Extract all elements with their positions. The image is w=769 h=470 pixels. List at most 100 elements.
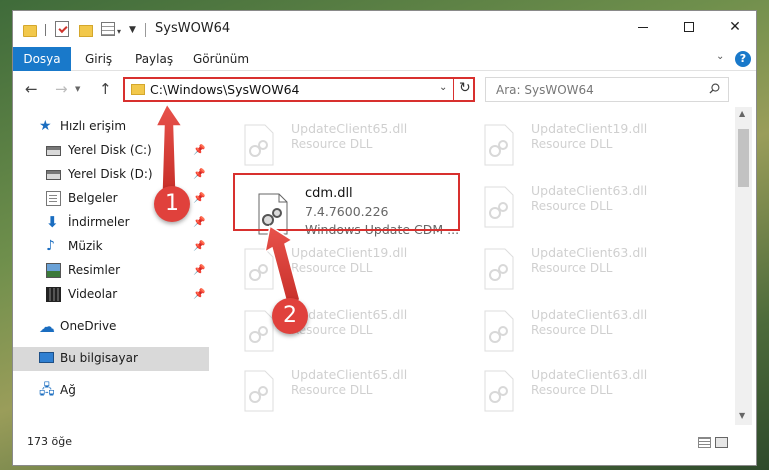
sidebar-item-network[interactable]: 🖧 Ağ (13, 379, 209, 403)
file-name: UpdateClient19.dll (531, 121, 648, 136)
forward-arrow-icon[interactable]: → (55, 80, 68, 98)
step-badge-2: 2 (272, 298, 308, 334)
sidebar-item-disk-d[interactable]: Yerel Disk (D:) 📌 (13, 163, 209, 187)
folder-icon (23, 25, 37, 37)
file-tile[interactable]: UpdateClient63.dll Resource DLL (473, 301, 703, 359)
drive-icon (46, 170, 61, 180)
drive-icon (46, 146, 61, 156)
dll-file-icon (244, 370, 274, 412)
file-tile[interactable]: UpdateClient65.dll Resource DLL (233, 115, 463, 173)
scroll-down-icon[interactable]: ▼ (739, 411, 745, 420)
folder-icon (131, 84, 145, 95)
pin-icon[interactable]: 📌 (193, 193, 205, 204)
dll-file-icon (484, 124, 514, 166)
pin-icon[interactable]: 📌 (193, 265, 205, 276)
tab-share[interactable]: Paylaş (135, 47, 173, 71)
refresh-icon[interactable]: ↻ (459, 80, 471, 96)
address-path[interactable]: C:\Windows\SysWOW64 (150, 82, 299, 97)
sidebar-item-label: Hızlı erişim (60, 119, 127, 133)
file-description: Resource DLL (531, 383, 613, 397)
pin-icon[interactable]: 📌 (193, 217, 205, 228)
file-description: Resource DLL (531, 261, 613, 275)
sidebar-item-pictures[interactable]: Resimler 📌 (13, 259, 209, 283)
sidebar-item-quick-access[interactable]: ★ Hızlı erişim (13, 115, 209, 139)
customize-toolbar-icon[interactable]: ▼ (129, 25, 136, 41)
dll-file-icon (484, 370, 514, 412)
chevron-down-icon[interactable]: ⌄ (439, 82, 447, 93)
file-name: UpdateClient65.dll (291, 307, 408, 322)
cloud-icon: ☁ (39, 317, 55, 336)
window-title: SysWOW64 (155, 21, 231, 36)
file-description: Resource DLL (291, 383, 373, 397)
file-name: UpdateClient63.dll (531, 245, 648, 260)
expand-ribbon-icon[interactable]: ⌄ (716, 51, 724, 62)
maximize-button[interactable] (666, 11, 712, 43)
music-icon: ♪ (46, 238, 55, 254)
file-tile[interactable]: UpdateClient65.dll Resource DLL (233, 361, 463, 419)
sidebar-item-disk-c[interactable]: Yerel Disk (C:) 📌 (13, 139, 209, 163)
dll-file-icon (244, 124, 274, 166)
tiles-view-icon[interactable] (715, 437, 728, 448)
sidebar-item-onedrive[interactable]: ☁ OneDrive (13, 315, 209, 339)
file-tile[interactable]: UpdateClient65.dll Resource DLL (233, 301, 463, 359)
pin-icon[interactable]: 📌 (193, 289, 205, 300)
pin-icon[interactable]: 📌 (193, 145, 205, 156)
pin-icon[interactable]: 📌 (193, 241, 205, 252)
vertical-scrollbar[interactable]: ▲ ▼ (735, 107, 752, 425)
search-input[interactable]: Ara: SysWOW64 (496, 83, 594, 97)
close-button[interactable]: ✕ (712, 11, 756, 43)
sidebar-item-label: OneDrive (60, 319, 117, 333)
sidebar-item-videos[interactable]: Videolar 📌 (13, 283, 209, 307)
help-icon[interactable]: ? (735, 51, 751, 67)
file-tile[interactable]: UpdateClient63.dll Resource DLL (473, 361, 703, 419)
sidebar-item-this-pc[interactable]: Bu bilgisayar (13, 347, 209, 371)
recent-locations-icon[interactable]: ▼ (75, 85, 80, 93)
address-bar[interactable]: C:\Windows\SysWOW64 ⌄ ↻ (123, 77, 475, 102)
dll-file-icon (484, 186, 514, 228)
file-description: Resource DLL (531, 323, 613, 337)
up-arrow-icon[interactable]: ↑ (99, 80, 112, 98)
search-box[interactable]: Ara: SysWOW64 (485, 77, 729, 102)
file-name: UpdateClient65.dll (291, 367, 408, 382)
file-tile[interactable]: UpdateClient63.dll Resource DLL (473, 177, 703, 235)
tab-home[interactable]: Giriş (85, 47, 112, 71)
star-icon: ★ (39, 118, 52, 134)
sidebar-item-label: Ağ (60, 383, 76, 397)
pin-icon[interactable]: 📌 (193, 169, 205, 180)
details-view-icon[interactable] (698, 437, 711, 448)
scrollbar-thumb[interactable] (738, 129, 749, 187)
file-tile[interactable]: UpdateClient19.dll Resource DLL (473, 115, 703, 173)
divider (453, 79, 454, 100)
sidebar-item-label: Belgeler (68, 191, 118, 205)
sidebar-item-music[interactable]: ♪ Müzik 📌 (13, 235, 209, 259)
file-name: UpdateClient63.dll (531, 367, 648, 382)
sidebar-item-label: Müzik (68, 239, 103, 253)
file-tile[interactable]: UpdateClient19.dll Resource DLL (233, 239, 463, 297)
sidebar-item-label: Yerel Disk (D:) (68, 167, 153, 181)
back-arrow-icon[interactable]: ← (25, 80, 38, 98)
status-bar: 173 öğe (13, 425, 756, 465)
sidebar-item-label: Bu bilgisayar (60, 351, 138, 365)
new-folder-icon[interactable] (79, 25, 93, 37)
file-name: UpdateClient63.dll (531, 183, 648, 198)
divider (145, 23, 146, 37)
minimize-button[interactable] (620, 11, 666, 43)
rename-icon[interactable] (101, 22, 115, 36)
download-icon: ⬇ (46, 213, 59, 231)
file-name: UpdateClient65.dll (291, 121, 408, 136)
scroll-up-icon[interactable]: ▲ (739, 109, 745, 118)
file-description: Resource DLL (291, 137, 373, 151)
file-tile[interactable]: UpdateClient63.dll Resource DLL (473, 239, 703, 297)
file-explorer-window: ▾ ▼ SysWOW64 ✕ Dosya Giriş Paylaş Görünü… (12, 10, 757, 466)
file-name: UpdateClient63.dll (531, 307, 648, 322)
dll-file-icon (484, 248, 514, 290)
chevron-down-icon[interactable]: ▾ (117, 27, 121, 43)
file-description: Resource DLL (531, 137, 613, 151)
search-icon[interactable] (709, 83, 720, 94)
pictures-icon (46, 263, 61, 278)
ribbon: Dosya Giriş Paylaş Görünüm ⌄ ? (13, 47, 756, 71)
sidebar-item-label: Yerel Disk (C:) (68, 143, 152, 157)
tab-view[interactable]: Görünüm (193, 47, 249, 71)
properties-check-icon[interactable] (55, 21, 69, 37)
tab-file[interactable]: Dosya (13, 47, 71, 71)
